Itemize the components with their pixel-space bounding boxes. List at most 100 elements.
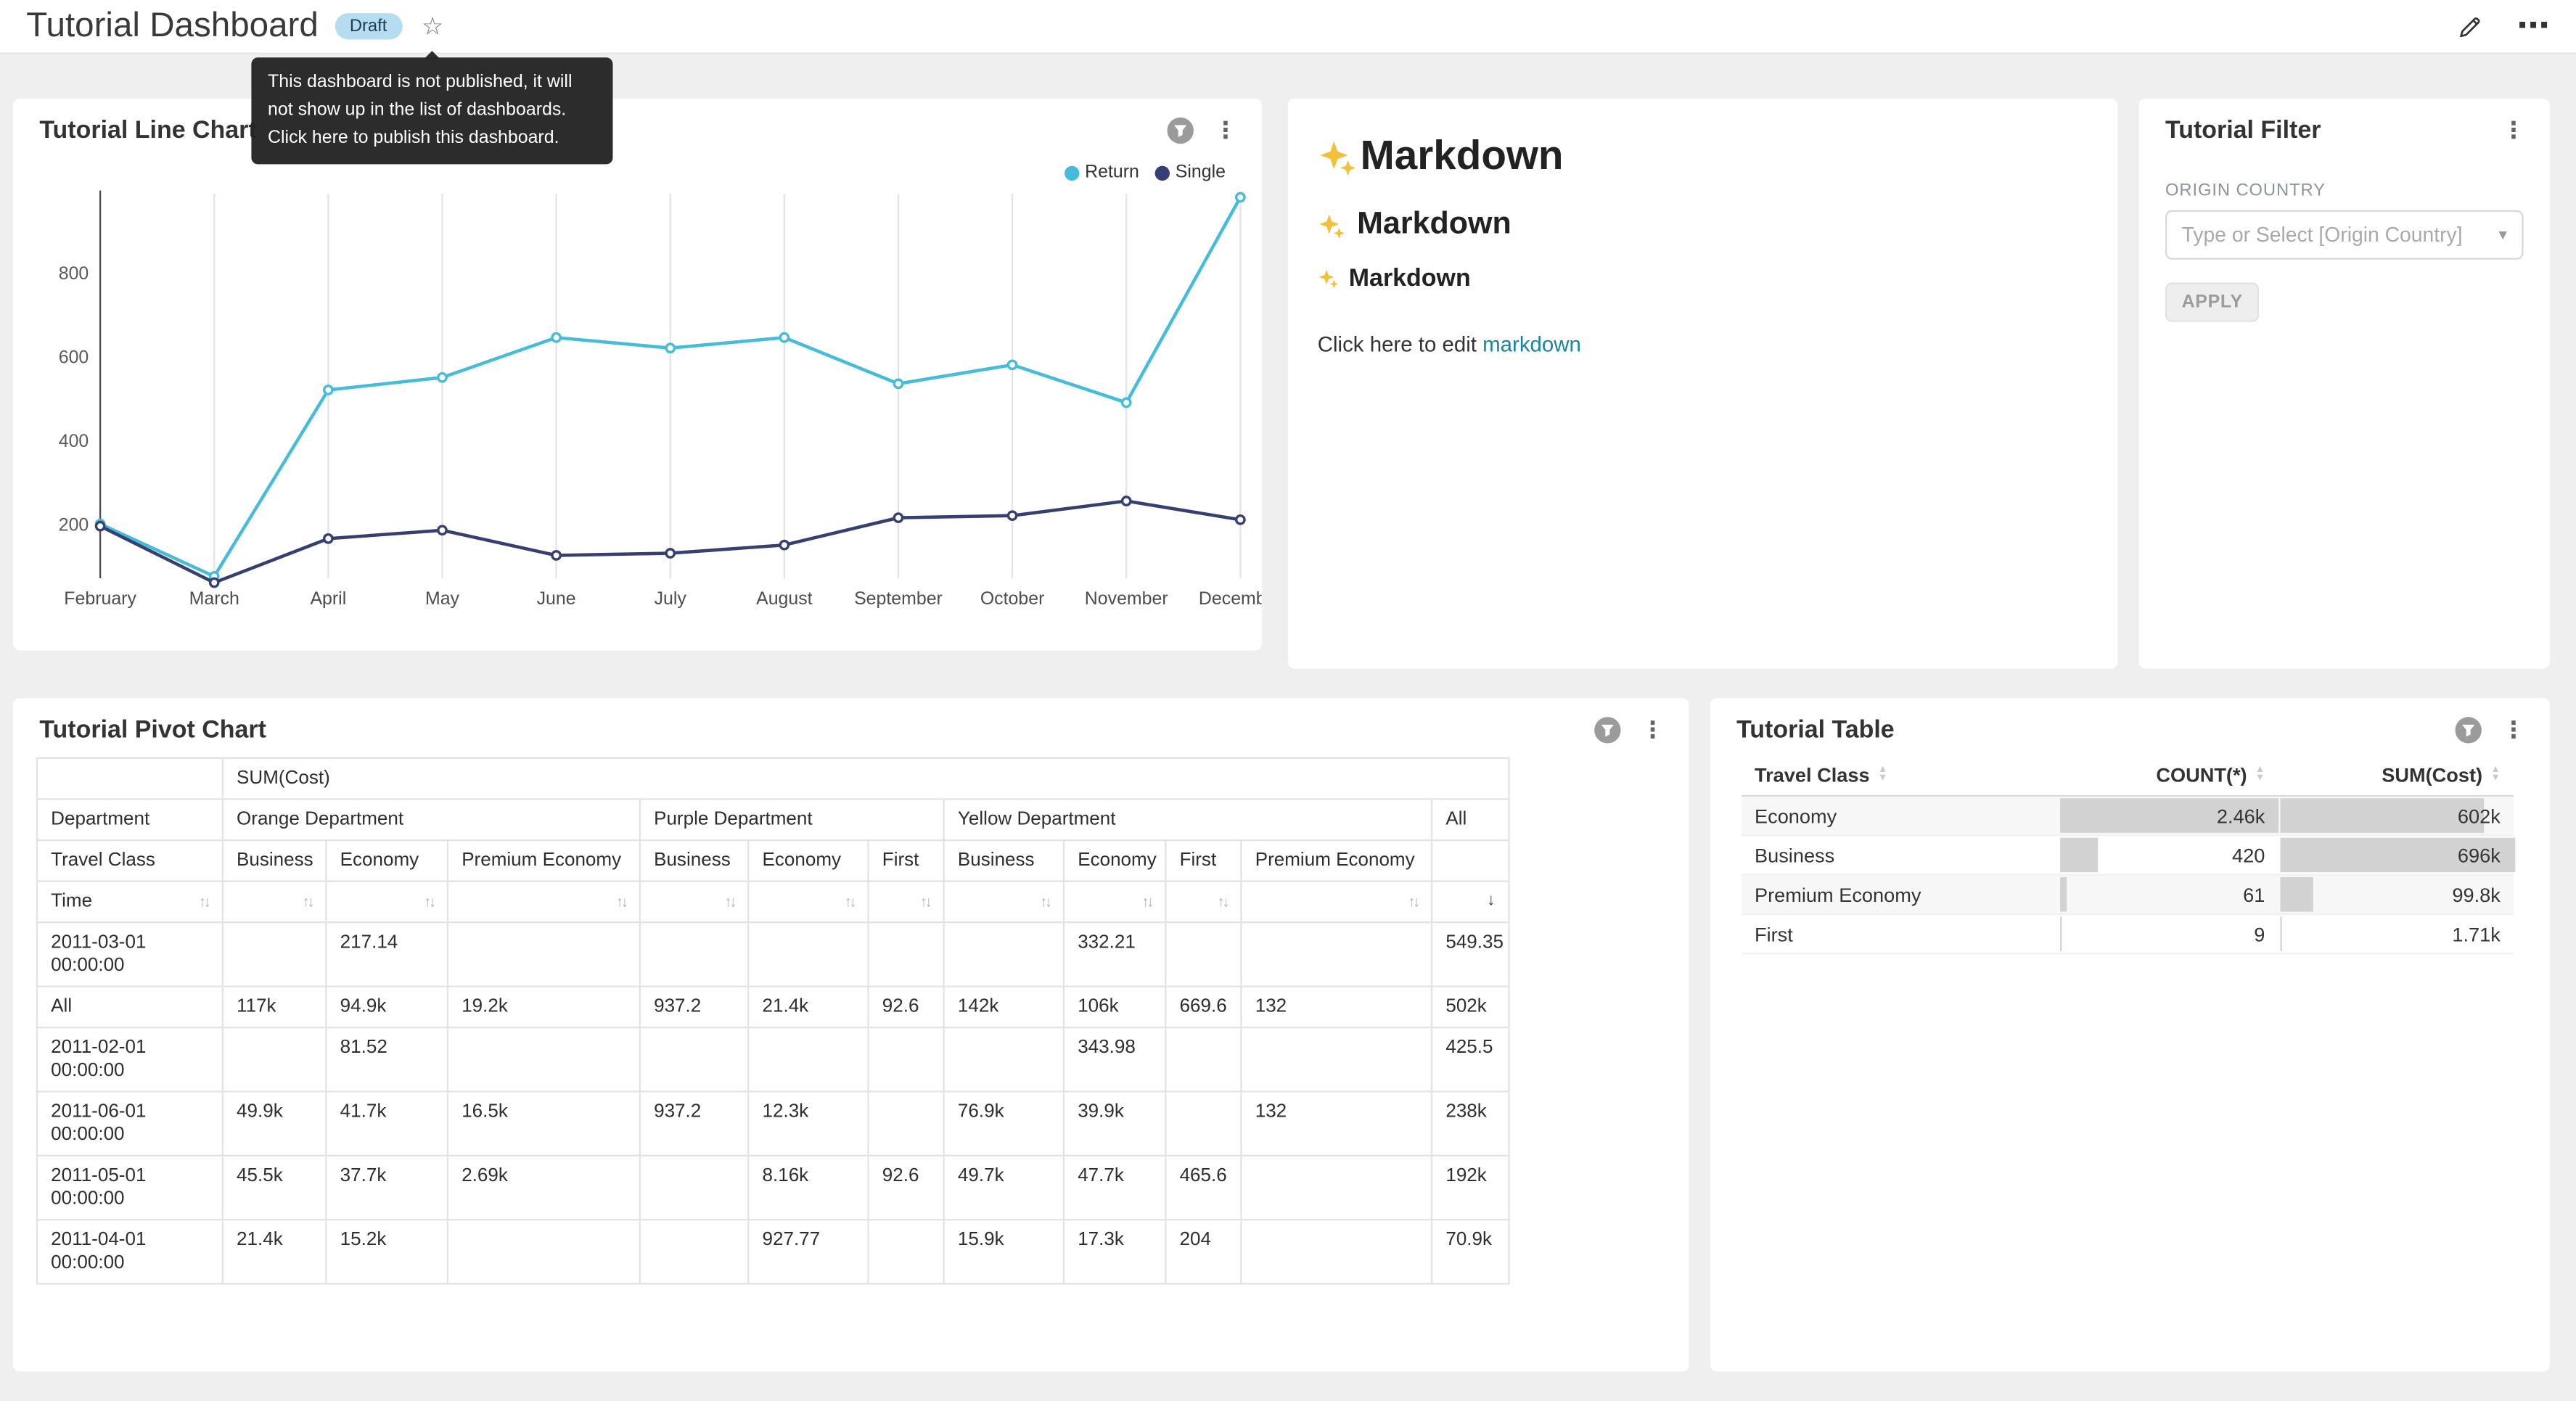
data-point xyxy=(324,535,332,543)
table-header-label: COUNT(*) xyxy=(2156,764,2247,787)
pivot-cell xyxy=(944,922,1064,986)
pivot-cell xyxy=(1165,1091,1241,1155)
table-cell-travel-class: Premium Economy xyxy=(1742,875,2059,914)
draft-badge[interactable]: Draft xyxy=(335,13,401,39)
kebab-menu-icon[interactable]: ⋮ xyxy=(2497,716,2530,744)
data-point xyxy=(438,374,446,382)
filter-badge-icon[interactable] xyxy=(1166,117,1194,144)
pivot-sort-header[interactable]: ↑↓ xyxy=(944,882,1064,923)
pivot-time-header[interactable]: Time↑↓ xyxy=(37,882,223,923)
legend-item-return[interactable]: Return xyxy=(1065,163,1139,182)
origin-country-select[interactable]: Type or Select [Origin Country] ▾ xyxy=(2165,210,2524,260)
filter-title: Tutorial Filter xyxy=(2165,117,2321,144)
sort-icon[interactable]: ↑↓ xyxy=(199,890,209,913)
sort-icon[interactable]: ↑↓ xyxy=(724,890,734,913)
pivot-sort-header-active[interactable]: ↓ xyxy=(1432,882,1509,923)
cell-bar xyxy=(2061,838,2099,873)
select-placeholder: Type or Select [Origin Country] xyxy=(2182,223,2463,247)
pivot-sort-header[interactable]: ↑↓ xyxy=(640,882,748,923)
table-header-sum-cost-[interactable]: SUM(Cost)▲▼ xyxy=(2278,755,2514,795)
markdown-edit-link[interactable]: markdown xyxy=(1482,332,1581,356)
pivot-column-header: Business xyxy=(223,840,327,882)
table-header-label: Travel Class xyxy=(1755,764,1870,787)
pivot-cell: 15.2k xyxy=(326,1220,448,1283)
pivot-cell: 81.52 xyxy=(326,1027,448,1091)
pivot-sort-header[interactable]: ↑↓ xyxy=(326,882,448,923)
edit-pencil-icon[interactable] xyxy=(2456,12,2484,40)
dashboard-page: Tutorial Dashboard Draft ☆ ⋯ This dashbo… xyxy=(0,0,2576,1401)
table-header-label: SUM(Cost) xyxy=(2382,764,2482,787)
legend-item-single[interactable]: Single xyxy=(1156,163,1226,182)
sort-icon[interactable]: ↑↓ xyxy=(1040,890,1050,913)
pivot-sort-header[interactable]: ↑↓ xyxy=(1165,882,1241,923)
pivot-cell xyxy=(869,1027,944,1091)
pivot-cell: 41.7k xyxy=(326,1091,448,1155)
data-point xyxy=(1123,398,1131,406)
markdown-card[interactable]: Markdown Markdown Markdown Click here to… xyxy=(1288,99,2117,669)
pivot-row: 2011-04-01 00:00:0021.4k15.2k927.7715.9k… xyxy=(37,1220,1509,1283)
pivot-cell xyxy=(448,1027,640,1091)
sort-icon[interactable]: ↑↓ xyxy=(424,890,434,913)
pivot-cell: 8.16k xyxy=(748,1156,868,1220)
page-title: Tutorial Dashboard xyxy=(26,7,319,46)
sort-icon[interactable]: ↑↓ xyxy=(303,890,313,913)
filter-badge-icon[interactable] xyxy=(1593,716,1621,744)
sort-icon[interactable]: ↑↓ xyxy=(1142,890,1152,913)
pivot-sort-header[interactable]: ↑↓ xyxy=(869,882,944,923)
pivot-column-header: Premium Economy xyxy=(1241,840,1432,882)
x-axis-label: November xyxy=(1085,588,1168,609)
kebab-menu-icon[interactable]: ⋮ xyxy=(2497,117,2530,144)
pivot-sort-header[interactable]: ↑↓ xyxy=(223,882,327,923)
pivot-total-cell: 502k xyxy=(1432,987,1509,1028)
column-sorter-icon: ▲▼ xyxy=(2255,766,2265,784)
sort-desc-icon[interactable]: ↓ xyxy=(1487,890,1495,913)
pivot-sort-header[interactable]: ↑↓ xyxy=(1241,882,1432,923)
kebab-menu-icon[interactable]: ⋮ xyxy=(1636,716,1669,744)
table-header-count-[interactable]: COUNT(*) ▲▼ xyxy=(2059,755,2278,795)
tooltip-arrow xyxy=(424,51,440,59)
pivot-column-header-empty xyxy=(1432,840,1509,882)
pivot-cell: 21.4k xyxy=(748,987,868,1028)
kebab-menu-icon[interactable]: ⋮ xyxy=(1209,117,1242,144)
sort-icon[interactable]: ↑↓ xyxy=(1408,890,1418,913)
favorite-star-icon[interactable]: ☆ xyxy=(422,14,443,38)
table-title: Tutorial Table xyxy=(1736,716,1895,744)
data-point xyxy=(780,541,788,549)
header-right: ⋯ xyxy=(2456,10,2550,43)
pivot-title: Tutorial Pivot Chart xyxy=(39,716,266,744)
apply-button[interactable]: APPLY xyxy=(2165,282,2259,321)
cell-value: 2.46k xyxy=(2217,804,2265,827)
pivot-cell: 117k xyxy=(223,987,327,1028)
sort-icon[interactable]: ↑↓ xyxy=(616,890,626,913)
x-axis-label: March xyxy=(189,588,239,609)
pivot-cell: 94.9k xyxy=(326,987,448,1028)
header-left: Tutorial Dashboard Draft ☆ xyxy=(26,7,443,46)
filter-badge-icon[interactable] xyxy=(2454,716,2482,744)
data-table: Travel Class▲▼COUNT(*)▲▼SUM(Cost)▲▼Econo… xyxy=(1742,755,2514,954)
more-options-icon[interactable]: ⋯ xyxy=(2516,10,2549,43)
data-point xyxy=(894,379,902,387)
data-table-wrap: Travel Class▲▼COUNT(*)▲▼SUM(Cost)▲▼Econo… xyxy=(1710,744,2550,955)
pivot-cell: 343.98 xyxy=(1064,1027,1165,1091)
pivot-column-header: First xyxy=(869,840,944,882)
sort-icon[interactable]: ↑↓ xyxy=(1218,890,1228,913)
table-cell-travel-class: Business xyxy=(1742,835,2059,874)
sorter-down-icon: ▼ xyxy=(2255,776,2265,784)
pivot-cell: 15.9k xyxy=(944,1220,1064,1283)
pivot-group-header: Orange Department xyxy=(223,799,640,840)
pivot-sort-header[interactable]: ↑↓ xyxy=(448,882,640,923)
x-axis-label: April xyxy=(310,588,346,609)
y-axis-label: 600 xyxy=(59,347,89,367)
pivot-cell: 937.2 xyxy=(640,1091,748,1155)
filter-card: Tutorial Filter ⋮ ORIGIN COUNTRY Type or… xyxy=(2139,99,2550,669)
pivot-sort-header[interactable]: ↑↓ xyxy=(1064,882,1165,923)
pivot-sort-header[interactable]: ↑↓ xyxy=(748,882,868,923)
pivot-cell: 332.21 xyxy=(1064,922,1165,986)
table-header-travel-class[interactable]: Travel Class ▲▼ xyxy=(1742,755,2059,795)
sort-icon[interactable]: ↑↓ xyxy=(845,890,855,913)
column-sorter-icon: ▲▼ xyxy=(1878,766,1887,784)
x-axis-label: October xyxy=(980,588,1045,609)
line-chart-plot[interactable]: FebruaryMarchAprilMayJuneJulyAugustSepte… xyxy=(13,184,1262,615)
x-axis-label: July xyxy=(655,588,687,609)
sort-icon[interactable]: ↑↓ xyxy=(920,890,930,913)
